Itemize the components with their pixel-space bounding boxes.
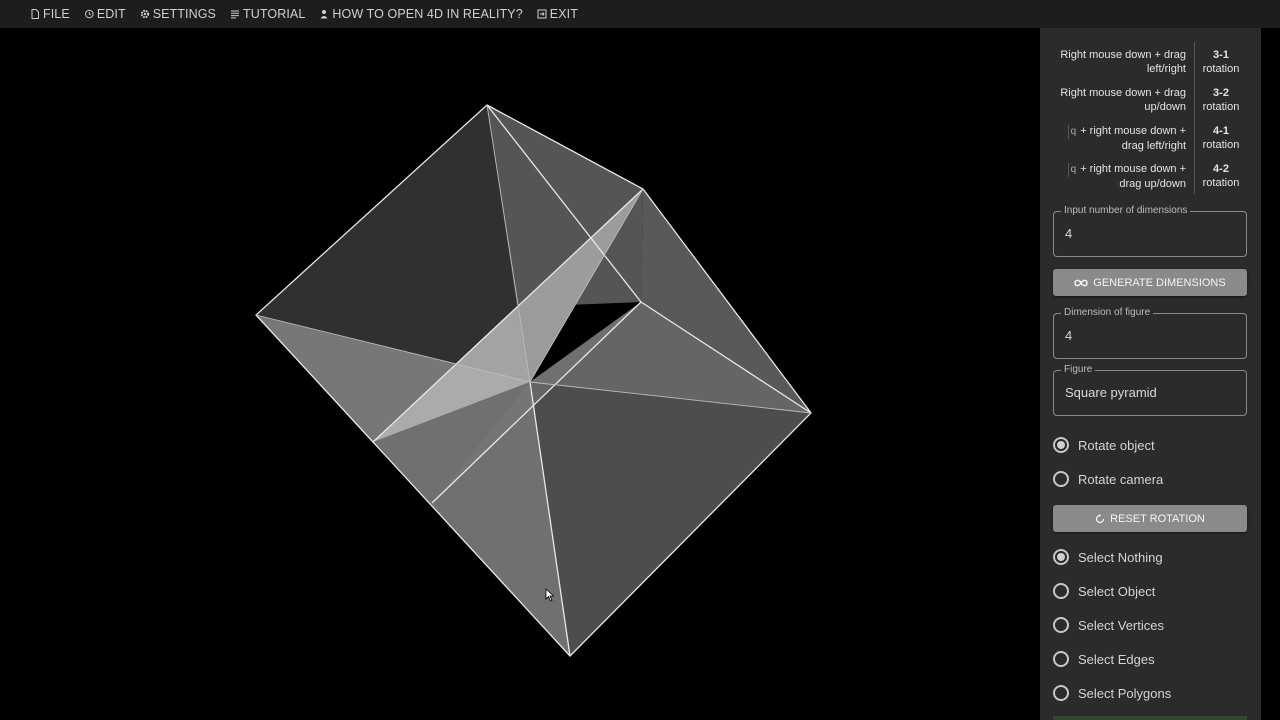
radio-select-nothing-label: Select Nothing [1078, 549, 1163, 565]
radio-rotate-camera[interactable]: Rotate camera [1053, 468, 1163, 490]
radio-rotate-object[interactable]: Rotate object [1053, 434, 1155, 456]
key-q: q [1067, 125, 1079, 139]
radio-select-edges-label: Select Edges [1078, 651, 1155, 667]
figure-dimension-value[interactable]: 4 [1065, 328, 1072, 344]
face-bottom-right [530, 382, 811, 656]
hint-action: Right mouse down + drag up/down [1060, 87, 1186, 113]
key-q: q [1067, 163, 1079, 177]
dimensions-input-label: Input number of dimensions [1061, 205, 1191, 217]
menu-edit-label: EDIT [96, 7, 126, 21]
reset-icon [1096, 513, 1105, 523]
radio-select-vertices[interactable]: Select Vertices [1053, 614, 1164, 636]
hint-effect: 4-1 rotation [1202, 125, 1240, 151]
figure-select[interactable]: Figure Square pyramid [1053, 364, 1247, 416]
hint-row: q + right mouse down + drag left/right 4-1… [1040, 124, 1261, 162]
radio-select-nothing[interactable]: Select Nothing [1053, 546, 1163, 568]
menu-tutorial-label: TUTORIAL [243, 7, 306, 21]
4d-viewport-canvas[interactable] [0, 28, 1040, 720]
window-edge [1261, 28, 1280, 720]
hint-effect: 3-2 rotation [1202, 87, 1240, 113]
list-icon [231, 10, 239, 19]
radio-circle[interactable] [1053, 471, 1069, 487]
panel-bottom-edge [1053, 716, 1247, 720]
radio-select-vertices-label: Select Vertices [1078, 617, 1164, 633]
hint-row: q + right mouse down + drag up/down 4-2 rot… [1040, 162, 1261, 200]
menu-exit-label: EXIT [549, 7, 578, 21]
hint-effect: 4-2 rotation [1202, 163, 1240, 189]
person-icon [320, 10, 328, 19]
radio-select-edges[interactable]: Select Edges [1053, 648, 1155, 670]
reset-rotation-button[interactable]: RESET ROTATION [1053, 505, 1247, 532]
radio-circle[interactable] [1053, 583, 1069, 599]
hint-effect: 3-1 rotation [1202, 49, 1240, 75]
hint-action: q + right mouse down + drag left/right [1046, 124, 1186, 153]
figure-dimension-field[interactable]: Dimension of figure 4 [1053, 307, 1247, 359]
exit-icon [537, 9, 547, 19]
radio-select-object-label: Select Object [1078, 583, 1156, 599]
radio-circle-checked[interactable] [1053, 549, 1069, 565]
menu-file[interactable]: FILE [30, 7, 70, 21]
radio-circle[interactable] [1053, 685, 1069, 701]
dimensions-input-value[interactable]: 4 [1065, 226, 1072, 242]
menu-settings-label: SETTINGS [152, 7, 216, 21]
radio-rotate-object-label: Rotate object [1078, 437, 1155, 453]
radio-select-polygons-label: Select Polygons [1078, 685, 1172, 701]
menu-file-label: FILE [43, 7, 70, 21]
menu-bar: FILE EDIT SETTINGS TUTORIAL HOW TO OPEN … [0, 0, 1280, 28]
hint-row: Right mouse down + drag up/down 3-2 rotati… [1040, 86, 1261, 124]
generate-dimensions-label: GENERATE DIMENSIONS [1093, 276, 1226, 289]
figure-dimension-label: Dimension of figure [1061, 307, 1154, 319]
radio-circle-checked[interactable] [1053, 437, 1069, 453]
gear-icon [140, 9, 149, 19]
radio-select-polygons[interactable]: Select Polygons [1053, 682, 1171, 704]
reset-rotation-label: RESET ROTATION [1110, 512, 1205, 525]
radio-circle[interactable] [1053, 651, 1069, 667]
radio-rotate-camera-label: Rotate camera [1078, 471, 1164, 487]
hint-action: q + right mouse down + drag up/down [1046, 162, 1186, 191]
dimensions-input[interactable]: Input number of dimensions 4 [1053, 205, 1247, 257]
infinity-icon [1074, 279, 1088, 286]
file-icon [31, 9, 39, 19]
radio-circle[interactable] [1053, 617, 1069, 633]
hint-row: Right mouse down + drag left/right 3-1 rot… [1040, 48, 1261, 86]
menu-edit[interactable]: EDIT [84, 7, 126, 21]
history-icon [84, 9, 94, 19]
control-panel: Right mouse down + drag left/right 3-1 rot… [1040, 28, 1261, 720]
menu-settings[interactable]: SETTINGS [140, 7, 216, 21]
square-pyramid-render[interactable] [0, 28, 1040, 720]
radio-select-object[interactable]: Select Object [1053, 580, 1155, 602]
menu-how-to-open-4d[interactable]: HOW TO OPEN 4D IN REALITY? [319, 7, 523, 21]
figure-select-label: Figure [1061, 364, 1096, 376]
menu-tutorial[interactable]: TUTORIAL [230, 7, 305, 21]
menu-how-to-open-4d-label: HOW TO OPEN 4D IN REALITY? [332, 7, 523, 21]
menu-exit[interactable]: EXIT [537, 7, 578, 21]
figure-select-value[interactable]: Square pyramid [1065, 385, 1157, 401]
hint-action: Right mouse down + drag left/right [1060, 49, 1186, 75]
generate-dimensions-button[interactable]: GENERATE DIMENSIONS [1053, 269, 1247, 296]
